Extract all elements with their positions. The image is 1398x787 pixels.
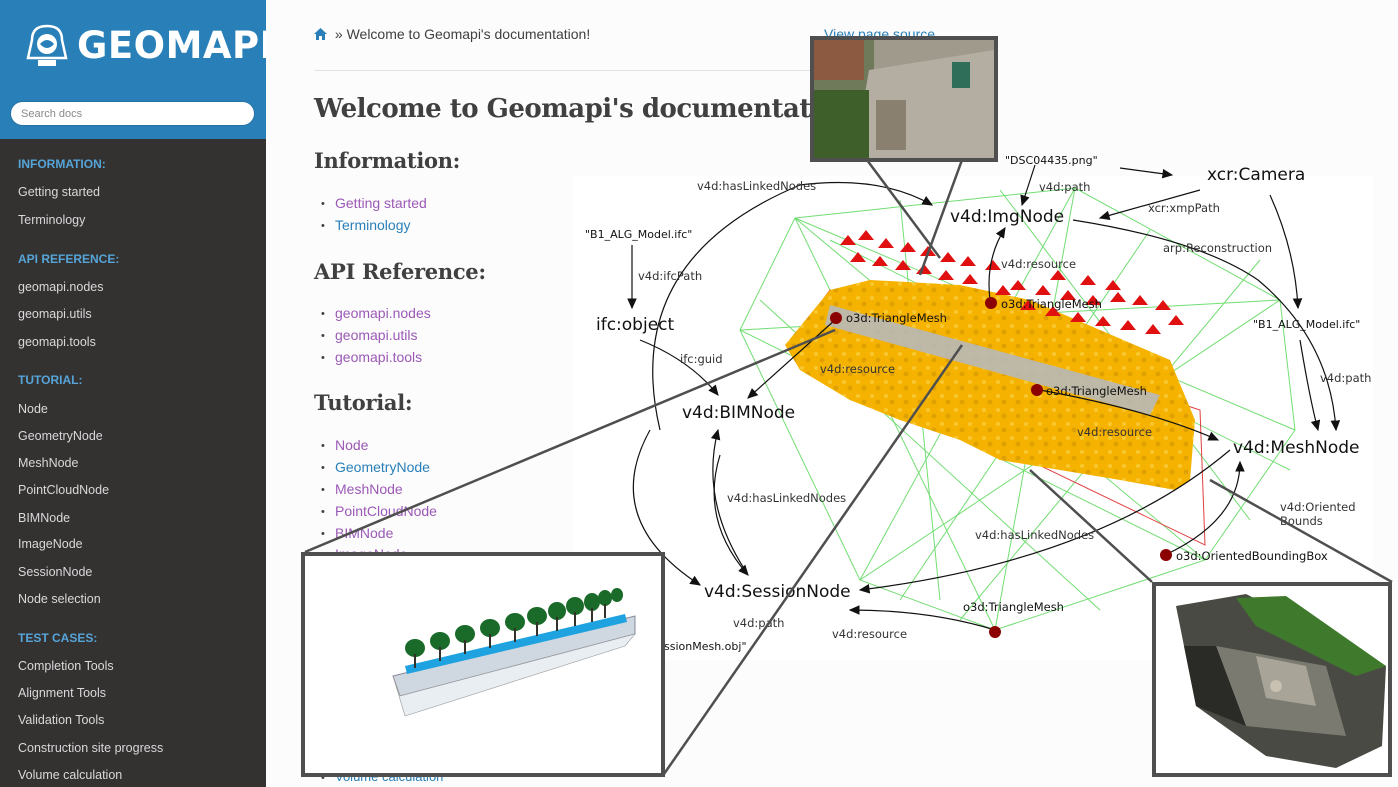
inset-mesh-render bbox=[1152, 582, 1392, 777]
edge-resource-session: v4d:resource bbox=[832, 627, 907, 641]
literal-session-obj: ssionMesh.obj" bbox=[664, 640, 747, 653]
edge-resource-bim: v4d:resource bbox=[820, 362, 895, 376]
resource-dot bbox=[1160, 549, 1172, 561]
resource-tm-mesh: o3d:TriangleMesh bbox=[1046, 384, 1147, 398]
resource-tm-bim: o3d:TriangleMesh bbox=[846, 311, 947, 325]
inset-aerial-image bbox=[810, 36, 998, 162]
resource-obb: o3d:OrientedBoundingBox bbox=[1176, 549, 1328, 563]
literal-png: "DSC04435.png" bbox=[1005, 154, 1098, 167]
edge-resource-img: v4d:resource bbox=[1001, 257, 1076, 271]
inset-bim-model bbox=[301, 552, 665, 777]
edge-ifc-guid: ifc:guid bbox=[680, 352, 723, 366]
node-bimnode: v4d:BIMNode bbox=[682, 403, 795, 423]
edge-path-mesh: v4d:path bbox=[1320, 371, 1371, 385]
bim-model-render-icon bbox=[392, 588, 636, 717]
node-sessionnode: v4d:SessionNode bbox=[704, 582, 851, 602]
edge-path-session: v4d:path bbox=[733, 616, 784, 630]
node-imgnode: v4d:ImgNode bbox=[950, 207, 1064, 227]
edge-has-linked-mid: v4d:hasLinkedNodes bbox=[727, 491, 846, 505]
resource-tm-session: o3d:TriangleMesh bbox=[963, 600, 1064, 614]
edge-oriented-bounds-1: v4d:Oriented bbox=[1280, 500, 1356, 514]
aerial-photo-icon bbox=[814, 40, 994, 158]
literal-ifc-2: "B1_ALG_Model.ifc" bbox=[1253, 318, 1360, 331]
resource-dot bbox=[1031, 384, 1043, 396]
edge-xmp: xcr:xmpPath bbox=[1148, 201, 1220, 215]
edge-reconstruction: arp:Reconstruction bbox=[1163, 241, 1272, 255]
edge-path-img: v4d:path bbox=[1039, 180, 1090, 194]
mesh-render-icon bbox=[1176, 594, 1386, 768]
resource-tm-img: o3d:TriangleMesh bbox=[1001, 297, 1102, 311]
literal-ifc-1: "B1_ALG_Model.ifc" bbox=[585, 228, 692, 241]
resource-dot bbox=[985, 297, 997, 309]
edge-oriented-bounds-2: Bounds bbox=[1280, 514, 1323, 528]
edge-ifc-path: v4d:ifcPath bbox=[638, 269, 702, 283]
node-camera: xcr:Camera bbox=[1207, 165, 1305, 185]
node-ifc-object: ifc:object bbox=[596, 315, 675, 335]
edge-has-linked-top: v4d:hasLinkedNodes bbox=[697, 179, 816, 193]
resource-dot bbox=[989, 626, 1001, 638]
edge-resource-mesh: v4d:resource bbox=[1077, 425, 1152, 439]
resource-dot bbox=[830, 312, 842, 324]
edge-has-linked-low: v4d:hasLinkedNodes bbox=[975, 528, 1094, 542]
node-meshnode: v4d:MeshNode bbox=[1233, 438, 1360, 458]
